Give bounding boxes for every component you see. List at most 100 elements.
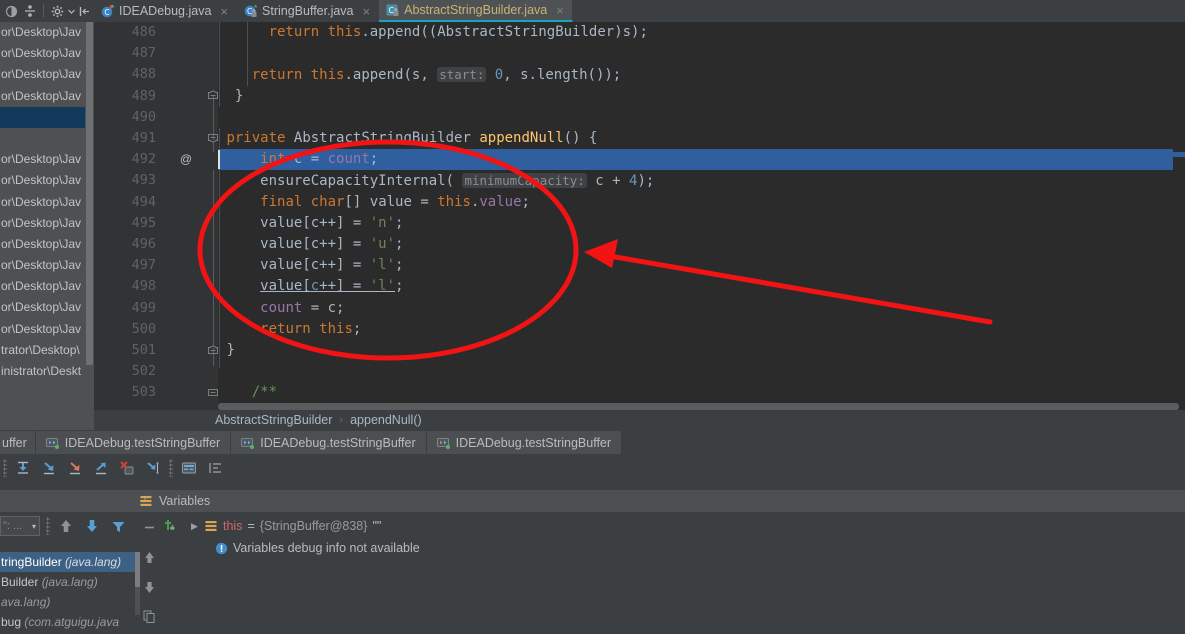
project-path-row[interactable]: inistrator\Deskt [0, 361, 94, 382]
line-number: 489 [131, 87, 156, 104]
code-line[interactable]: value[c++] = 'n'; [218, 213, 1185, 234]
debug-session-tab-bar: uffer IDEADebug.testStringBuffer IDEADeb… [0, 431, 1185, 454]
editor-tab-stringbuffer[interactable]: C StringBuffer.java × [237, 0, 380, 22]
project-strip-scrollbar[interactable] [85, 22, 94, 410]
add-to-watches-icon[interactable] [160, 515, 182, 537]
step-into-icon[interactable] [64, 457, 86, 479]
run-icon[interactable] [2, 1, 21, 21]
frames-down-icon[interactable] [81, 515, 103, 537]
show-execution-point-icon[interactable] [12, 457, 34, 479]
variables-tree[interactable]: ▶ this = {StringBuffer@838} "" Variables… [185, 512, 1185, 634]
frames-up-icon[interactable] [55, 515, 77, 537]
project-path-row[interactable]: or\Desktop\Jav [0, 170, 94, 191]
code-line[interactable]: } [218, 86, 1185, 107]
code-line-current[interactable]: int c = count; [218, 149, 1185, 171]
variables-panel[interactable]: ▶ this = {StringBuffer@838} "" Variables… [158, 512, 1185, 634]
code-line[interactable]: /** [218, 382, 1185, 403]
breadcrumb-class[interactable]: AbstractStringBuilder [215, 410, 332, 431]
project-path-row[interactable]: or\Desktop\Jav [0, 297, 94, 318]
debug-tab-partial[interactable]: uffer [0, 431, 36, 454]
code-line[interactable]: value[c++] = 'l'; [218, 255, 1185, 276]
run-to-cursor-icon[interactable] [142, 457, 164, 479]
code-line[interactable]: return this; [218, 319, 1185, 340]
copy-icon[interactable] [138, 606, 160, 628]
chevron-down-icon[interactable] [67, 1, 75, 21]
frames-panel[interactable]: ": ... ▾ tringBuilder (java.lang) Builder… [0, 512, 155, 634]
code-line[interactable]: return this.append((AbstractStringBuilde… [218, 22, 1185, 43]
project-path-row[interactable]: or\Desktop\Jav [0, 149, 94, 170]
step-out-icon[interactable] [90, 457, 112, 479]
project-path-strip[interactable]: or\Desktop\Jav or\Desktop\Jav or\Desktop\J… [0, 22, 94, 410]
project-path-row[interactable]: or\Desktop\Jav [0, 234, 94, 255]
project-path-row[interactable]: or\Desktop\Jav [0, 64, 94, 85]
close-icon[interactable]: × [556, 4, 564, 17]
frame-list-item[interactable]: Builder (java.lang) [0, 572, 135, 592]
project-path-row[interactable] [0, 106, 94, 128]
debug-tab-session-1[interactable]: IDEADebug.testStringBuffer [35, 431, 232, 454]
breadcrumb[interactable]: AbstractStringBuilder › appendNull() [215, 410, 422, 431]
code-line[interactable]: final char[] value = this.value; [218, 192, 1185, 213]
trace-current-stream-icon[interactable] [204, 457, 226, 479]
split-icon[interactable] [21, 1, 40, 21]
project-path-row[interactable]: or\Desktop\Jav [0, 255, 94, 276]
frame-list-item[interactable]: ava.lang) [0, 592, 135, 612]
project-path-row[interactable] [0, 128, 94, 149]
move-down-icon[interactable] [138, 576, 160, 598]
editor-tab-label: AbstractStringBuilder.java [404, 3, 548, 17]
project-path-row[interactable]: or\Desktop\Jav [0, 192, 94, 213]
chevron-down-icon[interactable]: ▾ [32, 522, 39, 531]
editor-tab-ideadebug[interactable]: C IDEADebug.java × [94, 0, 238, 22]
scrollbar-thumb[interactable] [218, 403, 1179, 410]
code-text-area[interactable]: return this.append((AbstractStringBuilde… [218, 22, 1185, 410]
frames-list[interactable]: tringBuilder (java.lang) Builder (java.la… [0, 552, 135, 632]
java-class-icon: C [101, 4, 114, 18]
drag-handle[interactable] [3, 458, 7, 477]
code-line[interactable] [218, 361, 1185, 382]
settings-gear-icon[interactable] [48, 1, 67, 21]
expand-triangle-icon[interactable]: ▶ [189, 521, 200, 532]
step-over-icon[interactable] [38, 457, 60, 479]
force-step-into-icon[interactable] [116, 457, 138, 479]
evaluate-expression-icon[interactable] [178, 457, 200, 479]
code-line[interactable] [218, 107, 1185, 128]
code-line[interactable]: value[c++] = 'u'; [218, 234, 1185, 255]
project-path-row[interactable]: or\Desktop\Jav [0, 43, 94, 64]
project-path-row[interactable]: trator\Desktop\ [0, 340, 94, 361]
thread-filter-combobox[interactable]: ": ... ▾ [0, 516, 40, 536]
move-up-icon[interactable] [138, 546, 160, 568]
override-annotation-icon[interactable]: @ [178, 149, 194, 170]
editor-gutter[interactable]: 486 487 488 489 490 491 492 493 494 495 496 497 498 4… [94, 22, 218, 410]
frame-list-item[interactable]: tringBuilder (java.lang) [0, 552, 135, 572]
code-line[interactable] [218, 43, 1185, 64]
filter-frames-icon[interactable] [107, 515, 129, 537]
editor-marker-bar[interactable] [1173, 22, 1185, 410]
debug-tab-session-3[interactable]: IDEADebug.testStringBuffer [426, 431, 623, 454]
line-number: 490 [131, 108, 156, 125]
debug-tab-session-2[interactable]: IDEADebug.testStringBuffer [231, 431, 427, 454]
code-editor[interactable]: 486 487 488 489 490 491 492 493 494 495 496 497 498 4… [94, 22, 1185, 410]
project-path-row[interactable]: or\Desktop\Jav [0, 86, 94, 107]
code-line[interactable]: count = c; [218, 298, 1185, 319]
code-line[interactable]: return this.append(s, start: 0, s.length… [218, 64, 1185, 85]
scrollbar-thumb[interactable] [86, 22, 93, 365]
svg-text:C: C [247, 7, 252, 16]
tab-variables[interactable]: Variables [140, 490, 210, 512]
code-line[interactable]: } [218, 340, 1185, 361]
line-number: 501 [131, 342, 156, 358]
code-line[interactable]: ensureCapacityInternal( minimumCapacity:… [218, 170, 1185, 191]
close-icon[interactable]: × [363, 5, 371, 18]
project-path-row[interactable]: or\Desktop\Jav [0, 213, 94, 234]
remove-watch-icon[interactable] [138, 516, 160, 538]
project-path-row[interactable]: or\Desktop\Jav [0, 22, 94, 43]
variable-row-this[interactable]: ▶ this = {StringBuffer@838} "" [185, 515, 1185, 537]
code-line[interactable]: private AbstractStringBuilder appendNull… [218, 128, 1185, 149]
close-icon[interactable]: × [220, 5, 228, 18]
frame-list-item[interactable]: bug (com.atguigu.java [0, 612, 135, 632]
editor-tab-abstractstringbuilder[interactable]: C AbstractStringBuilder.java × [379, 0, 573, 22]
editor-horizontal-scrollbar[interactable] [218, 403, 1179, 410]
collapse-panel-icon[interactable] [75, 1, 94, 21]
project-path-row[interactable]: or\Desktop\Jav [0, 276, 94, 297]
breadcrumb-method[interactable]: appendNull() [350, 410, 422, 431]
code-line[interactable]: value[c++] = 'l'; [218, 276, 1185, 297]
project-path-row[interactable]: or\Desktop\Jav [0, 319, 94, 340]
